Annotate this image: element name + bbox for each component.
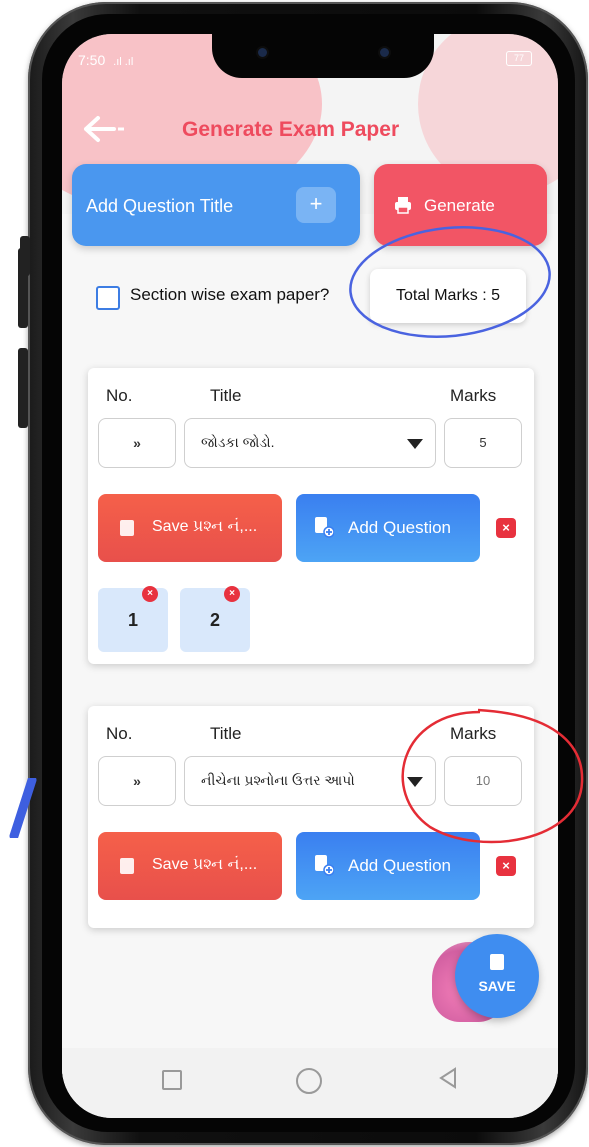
- android-nav-bar: [62, 1048, 558, 1118]
- save-question-label: Save પ્રશ્ન નં,...: [152, 518, 258, 535]
- column-title-header: Title: [210, 386, 242, 405]
- title-dropdown-value: જોડકા જોડો.: [201, 434, 275, 450]
- question-number-field[interactable]: »: [98, 756, 176, 806]
- home-icon[interactable]: [296, 1068, 322, 1094]
- status-time: 7:50: [78, 52, 106, 68]
- remove-section-button[interactable]: ×: [496, 518, 516, 538]
- add-question-title-button[interactable]: Add Question Title +: [72, 164, 360, 246]
- title-dropdown[interactable]: જોડકા જોડો.: [184, 418, 436, 468]
- status-bar: 7:50 .ıl .ıl: [78, 52, 133, 68]
- add-document-icon: [315, 855, 334, 876]
- recent-apps-icon[interactable]: [162, 1070, 182, 1090]
- annotation-stroke: [9, 778, 37, 838]
- column-no-header: No.: [106, 386, 133, 405]
- annotation-circle: [401, 708, 584, 844]
- add-question-title-label: Add Question Title: [86, 196, 234, 216]
- remove-question-icon[interactable]: ×: [224, 586, 240, 602]
- back-triangle-icon[interactable]: [437, 1066, 459, 1090]
- save-fab-label: SAVE: [478, 978, 516, 994]
- question-chip[interactable]: 1 ×: [98, 586, 168, 652]
- back-arrow-icon[interactable]: [82, 114, 126, 144]
- annotation-circle: [349, 226, 551, 338]
- column-marks-header: Marks: [450, 386, 497, 405]
- generate-label: Generate: [424, 196, 495, 215]
- save-question-button[interactable]: Save પ્રશ્ન નં,...: [98, 494, 282, 562]
- camera-dot: [380, 48, 389, 57]
- app-screen: 7:50 .ıl .ıl 77 Generate Exam Paper Add …: [62, 34, 558, 1118]
- column-title-header: Title: [210, 724, 242, 743]
- remove-section-button[interactable]: ×: [496, 856, 516, 876]
- page-title: Generate Exam Paper: [182, 118, 400, 141]
- column-no-header: No.: [106, 724, 133, 743]
- document-icon: [120, 520, 134, 536]
- save-fab-button[interactable]: SAVE: [455, 934, 539, 1018]
- camera-dot: [258, 48, 267, 57]
- add-document-icon: [315, 517, 334, 538]
- question-chip[interactable]: 2 ×: [180, 586, 250, 652]
- dropdown-arrow-icon: [407, 439, 423, 449]
- remove-question-icon[interactable]: ×: [142, 586, 158, 602]
- save-question-button[interactable]: Save પ્રશ્ન નં,...: [98, 832, 282, 900]
- plus-icon: +: [296, 187, 336, 223]
- section-wise-label: Section wise exam paper?: [130, 285, 330, 304]
- section-wise-checkbox[interactable]: [96, 286, 120, 310]
- signal-icon: .ıl .ıl: [113, 56, 134, 68]
- question-number-field[interactable]: »: [98, 418, 176, 468]
- volume-down-button: [18, 248, 28, 328]
- add-question-button[interactable]: Add Question: [296, 494, 480, 562]
- printer-icon: [395, 197, 411, 214]
- marks-input[interactable]: 5: [444, 418, 522, 468]
- add-question-label: Add Question: [348, 518, 452, 537]
- battery-icon: 77: [506, 51, 532, 66]
- question-number: 2: [209, 610, 220, 630]
- add-question-label: Add Question: [348, 856, 452, 875]
- title-dropdown-value: નીચેના પ્રશ્નોના ઉત્તર આપો: [201, 772, 355, 788]
- document-icon: [120, 858, 134, 874]
- power-button: [18, 348, 28, 428]
- camera-notch: [212, 34, 434, 78]
- question-number: 1: [127, 610, 138, 630]
- save-icon: [490, 954, 504, 970]
- section-card: No. Title Marks » જોડકા જોડો. 5 Save પ્ર…: [88, 368, 534, 664]
- save-question-label: Save પ્રશ્ન નં,...: [152, 856, 258, 873]
